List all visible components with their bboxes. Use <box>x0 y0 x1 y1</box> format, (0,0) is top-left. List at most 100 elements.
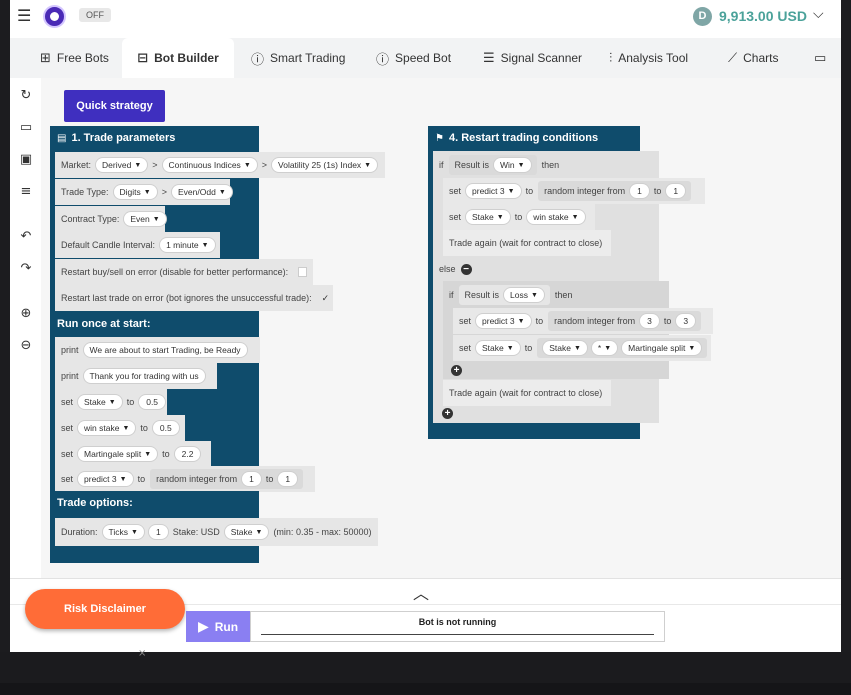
var-martingale-select[interactable]: Martingale split ▼ <box>78 447 158 461</box>
run-button[interactable]: ▶ Run <box>186 611 250 642</box>
candle-select[interactable]: 1 minute ▼ <box>160 238 215 252</box>
stake-var-select[interactable]: Stake ▼ <box>476 341 520 355</box>
duration-value[interactable]: 1 <box>148 525 168 539</box>
set-win-stake-row[interactable]: set win stake ▼ to 0.5 <box>55 415 185 441</box>
tab-more[interactable]: ▭ <box>802 38 838 78</box>
operator-select[interactable]: * ▼ <box>591 341 618 355</box>
app-logo[interactable] <box>43 5 66 28</box>
redo-icon[interactable]: ↷ <box>19 262 33 276</box>
tab-smart-trading[interactable]: ⓘ Smart Trading <box>239 38 357 78</box>
set-predict-row[interactable]: set predict 3 ▼ to random integer from 1 … <box>55 466 315 492</box>
risk-disclaimer-button[interactable]: Risk Disclaimer <box>25 589 185 629</box>
trade-params-header[interactable]: ▤ 1. Trade parameters <box>50 126 259 150</box>
trade-type-select[interactable]: Digits ▼ <box>113 185 157 199</box>
symbol-select[interactable]: Volatility 25 (1s) Index ▼ <box>272 158 378 172</box>
trade-again-row-2[interactable]: Trade again (wait for contract to close) <box>443 380 611 406</box>
tab-signal-scanner[interactable]: ☰ Signal Scanner <box>471 38 594 78</box>
random-integer-block[interactable]: random integer from 1 to 1 <box>538 181 692 201</box>
trade-subtype-select[interactable]: Even/Odd ▼ <box>172 185 232 199</box>
result-is-block[interactable]: Result is Loss ▼ <box>458 285 550 305</box>
set-martingale-row[interactable]: set Martingale split ▼ to 2.2 <box>55 441 211 467</box>
result-is-block[interactable]: Result is Win ▼ <box>448 155 537 175</box>
quick-strategy-button[interactable]: Quick strategy <box>64 90 165 122</box>
tab-free-bots[interactable]: ⊞ Free Bots <box>28 38 121 78</box>
random-to[interactable]: 1 <box>666 184 686 198</box>
random-integer-block[interactable]: random integer from 1 to 1 <box>150 469 304 489</box>
sort-icon[interactable]: ≡ <box>19 185 33 199</box>
account-balance[interactable]: 9,913.00 USD <box>719 8 807 24</box>
print-text-2[interactable]: Thank you for trading with us <box>83 369 205 383</box>
mode-badge[interactable]: OFF <box>79 8 111 22</box>
random-integer-block[interactable]: random integer from 3 to 3 <box>548 311 702 331</box>
tab-bot-builder[interactable]: ⊟ Bot Builder <box>122 38 234 78</box>
set-stake-row[interactable]: set Stake ▼ to 0.5 <box>55 389 167 415</box>
remove-else-icon[interactable]: − <box>460 263 472 275</box>
var-stake-select[interactable]: Stake ▼ <box>78 395 122 409</box>
set-stake-loss-row[interactable]: set Stake ▼ to Stake ▼ * ▼ Martingale split… <box>453 335 711 361</box>
to-keyword: to <box>126 397 135 407</box>
restart-buy-checkbox[interactable] <box>298 267 307 277</box>
reset-icon[interactable]: ↻ <box>19 89 33 103</box>
print-text-1[interactable]: We are about to start Trading, be Ready <box>83 343 247 357</box>
set-predict-loss-row[interactable]: set predict 3 ▼ to random integer from 3 … <box>453 308 713 334</box>
result-is-label: Result is <box>464 290 500 300</box>
restart-header[interactable]: ⚑ 4. Restart trading conditions <box>428 126 640 150</box>
result-loss-select[interactable]: Loss ▼ <box>504 288 544 302</box>
tab-analysis-tool[interactable]: ⫶ Analysis Tool <box>597 38 700 78</box>
blockly-workspace[interactable]: Quick strategy ▤ 1. Trade parameters Mar… <box>41 78 841 578</box>
stake-var-select[interactable]: Stake ▼ <box>466 210 510 224</box>
random-from[interactable]: 1 <box>630 184 649 198</box>
chevron-up-icon[interactable]: ︿ <box>413 580 429 604</box>
random-to[interactable]: 1 <box>278 472 298 486</box>
random-from[interactable]: 3 <box>640 314 659 328</box>
contract-type-select[interactable]: Even ▼ <box>124 212 166 226</box>
trade-options-row[interactable]: Duration: Ticks ▼ 1 Stake: USD Stake ▼ (mi… <box>55 518 378 546</box>
random-from[interactable]: 1 <box>242 472 261 486</box>
undo-icon[interactable]: ↶ <box>19 230 33 244</box>
random-to[interactable]: 3 <box>676 314 696 328</box>
predict-select[interactable]: predict 3 ▼ <box>476 314 531 328</box>
set-keyword: set <box>459 343 472 353</box>
close-icon[interactable]: × <box>138 648 146 659</box>
set-stake-win-row[interactable]: set Stake ▼ to win stake ▼ <box>443 204 595 230</box>
restart-buy-row: Restart buy/sell on error (disable for b… <box>55 259 313 285</box>
set-predict-win-row[interactable]: set predict 3 ▼ to random integer from 1 … <box>443 178 705 204</box>
run-once-header[interactable]: Run once at start: <box>50 312 259 336</box>
to-keyword: to <box>137 474 146 484</box>
result-win-select[interactable]: Win ▼ <box>494 158 531 172</box>
free-bots-icon: ⊞ <box>40 50 51 66</box>
restart-last-checkbox[interactable]: ✓ <box>322 292 330 304</box>
open-folder-icon[interactable]: ▭ <box>19 121 33 135</box>
chevron-down-icon[interactable]: ⌵ <box>813 6 824 22</box>
zoom-out-icon[interactable]: ⊖ <box>19 339 33 353</box>
stake-operand-select[interactable]: Stake ▼ <box>543 341 587 355</box>
stake-var-select[interactable]: Stake ▼ <box>224 525 269 539</box>
win-stake-var-select[interactable]: win stake ▼ <box>527 210 585 224</box>
if-keyword: if <box>439 160 444 170</box>
restart-last-row: Restart last trade on error (bot ignores… <box>55 285 333 311</box>
submarket-select[interactable]: Continuous Indices ▼ <box>162 158 257 172</box>
var-predict-select[interactable]: predict 3 ▼ <box>78 472 133 486</box>
arithmetic-block[interactable]: Stake ▼ * ▼ Martingale split ▼ <box>537 338 708 358</box>
zoom-in-icon[interactable]: ⊕ <box>19 307 33 321</box>
tab-speed-bot[interactable]: ⓘ Speed Bot <box>364 38 463 78</box>
var-win-stake-select[interactable]: win stake ▼ <box>78 421 136 435</box>
market-select[interactable]: Derived ▼ <box>96 158 148 172</box>
save-icon[interactable]: ▣ <box>19 153 33 167</box>
win-stake-value[interactable]: 0.5 <box>152 421 179 435</box>
trade-again-row-1[interactable]: Trade again (wait for contract to close) <box>443 230 611 256</box>
martingale-operand-select[interactable]: Martingale split ▼ <box>622 341 702 355</box>
menu-icon[interactable]: ☰ <box>17 8 31 24</box>
add-block-icon[interactable]: + <box>451 365 462 376</box>
trade-options-header[interactable]: Trade options: <box>50 491 259 515</box>
add-else-icon[interactable]: + <box>442 408 453 419</box>
martingale-value[interactable]: 2.2 <box>174 447 201 461</box>
print-row-2[interactable]: print Thank you for trading with us <box>55 363 217 389</box>
tab-charts[interactable]: ⟋ Charts <box>716 38 790 78</box>
smart-trading-icon: ⓘ <box>251 52 265 68</box>
stake-value[interactable]: 0.5 <box>139 395 166 409</box>
print-row-1[interactable]: print We are about to start Trading, be … <box>55 337 260 363</box>
predict-select[interactable]: predict 3 ▼ <box>466 184 521 198</box>
contract-type-label: Contract Type: <box>61 214 120 224</box>
duration-unit-select[interactable]: Ticks ▼ <box>102 525 144 539</box>
